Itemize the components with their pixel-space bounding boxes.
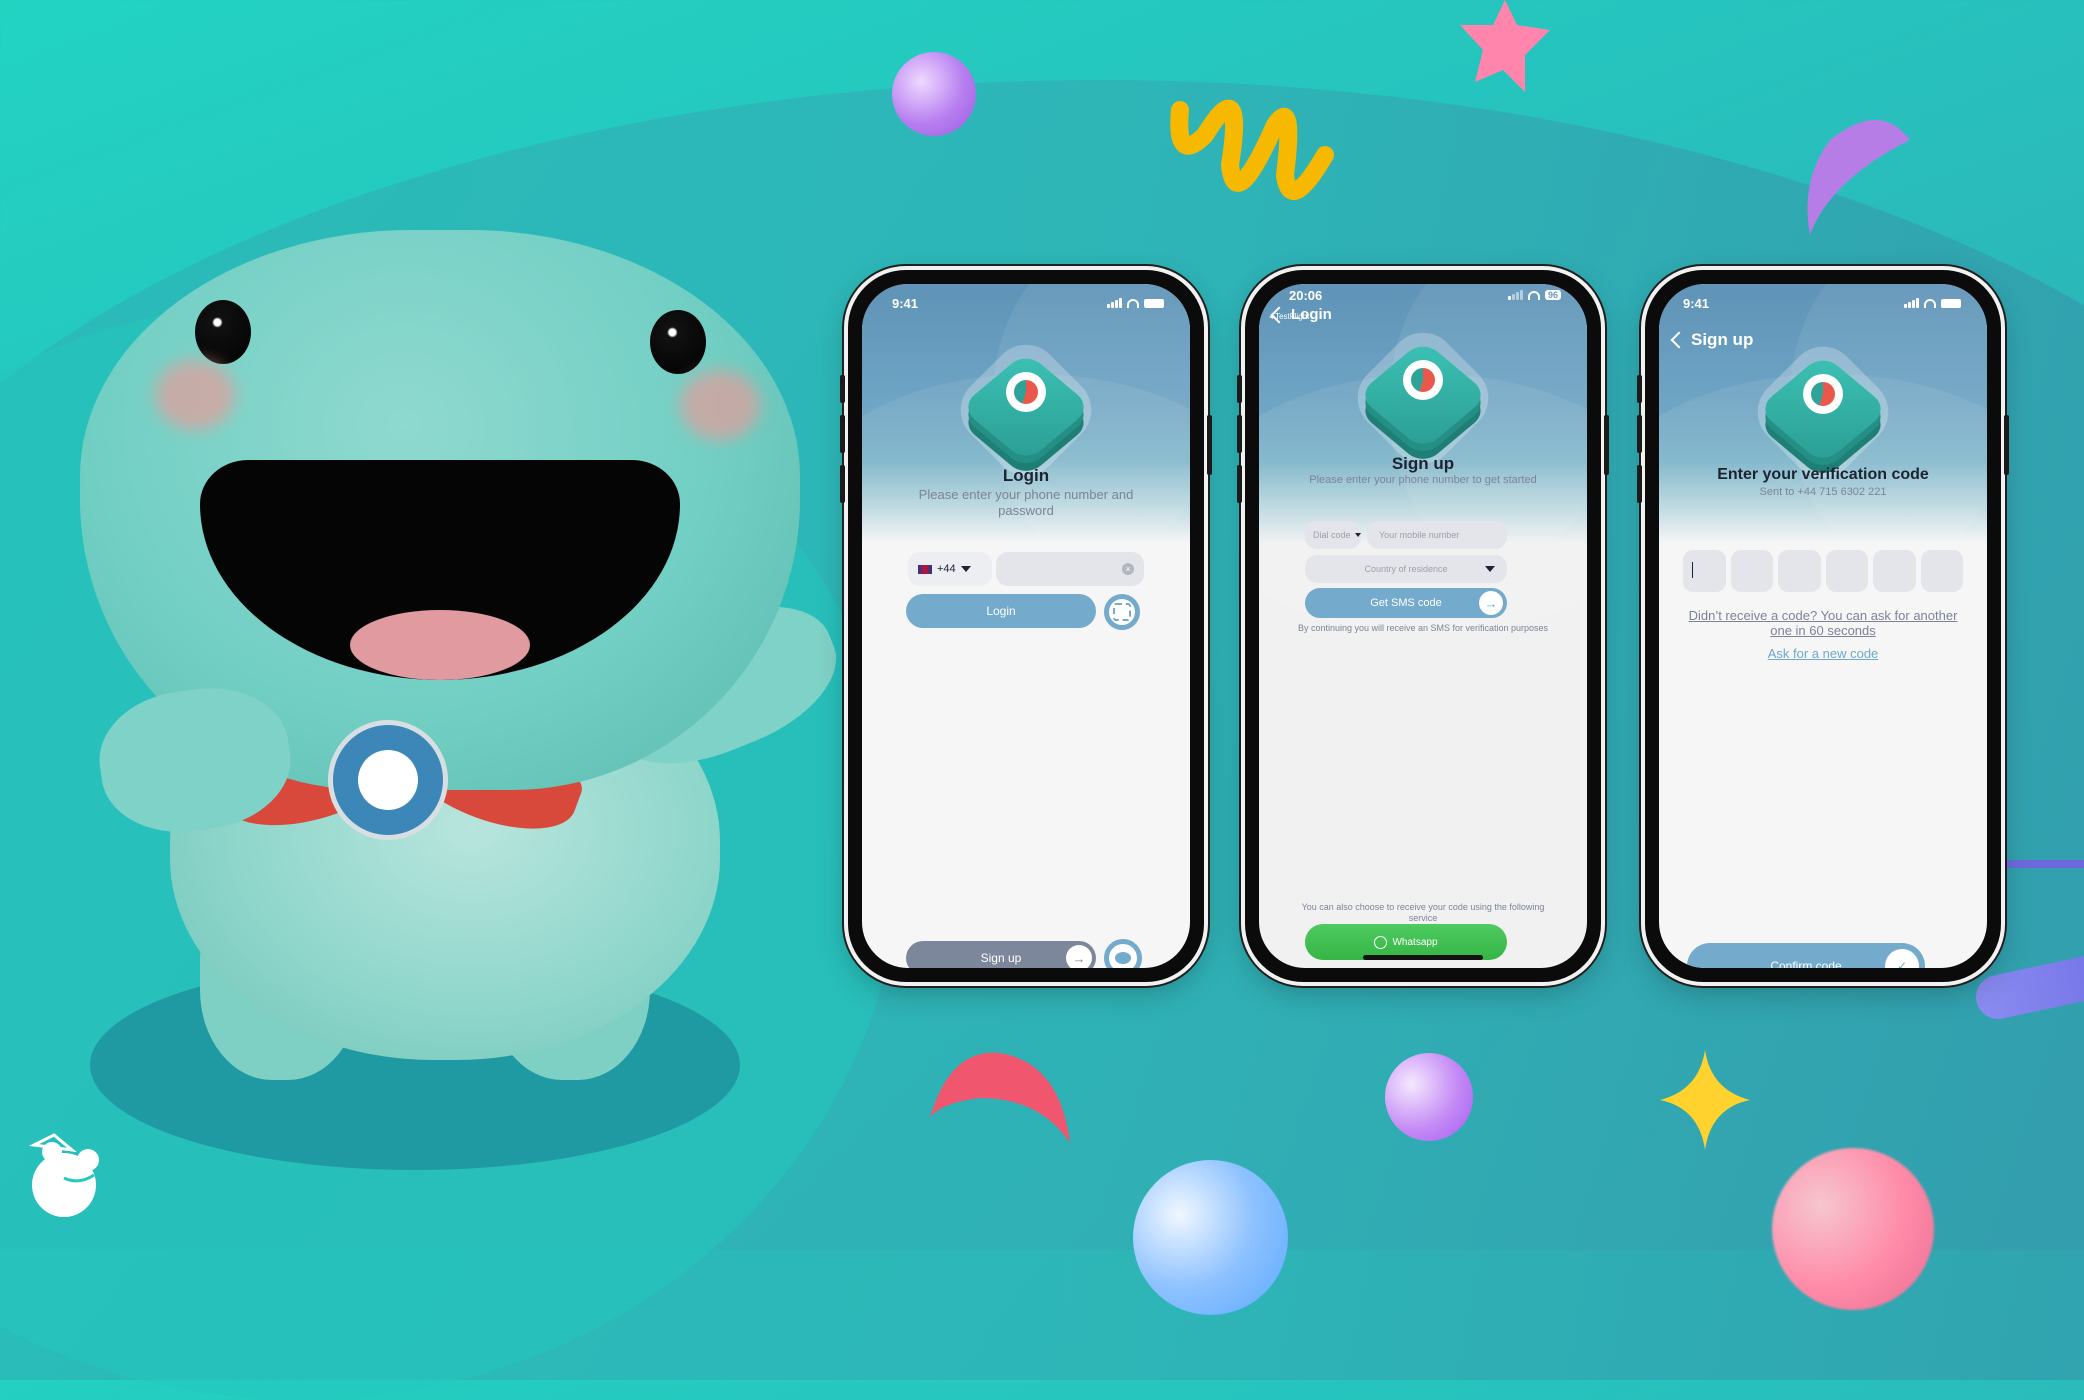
back-button[interactable]: Sign up [1670, 330, 1754, 350]
status-time: 9:41 [892, 295, 919, 311]
mother-child-logo-icon [1803, 374, 1843, 414]
mother-child-logo-icon [1403, 360, 1443, 400]
purple-ball-decoration [892, 52, 976, 136]
dropdown-arrow-icon [1354, 533, 1361, 537]
status-bar: 9:41 [1683, 294, 1961, 312]
page-subtitle: Please enter your phone number and passw… [918, 487, 1134, 518]
signup-button[interactable]: Sign up → [906, 941, 1096, 968]
login-button[interactable]: Login [906, 594, 1096, 628]
page-title: Enter your verification code [1717, 466, 1929, 483]
brand-logo-icon [28, 1133, 99, 1217]
face-id-icon [1113, 603, 1131, 621]
battery-icon [1941, 298, 1961, 308]
text-caret [1692, 562, 1693, 578]
verification-screen: 9:41 Sign up Enter your verification cod… [1659, 284, 1987, 968]
signup-button-label: Sign up [980, 951, 1022, 965]
confirm-code-label: Confirm code [1770, 959, 1842, 968]
code-digit-box[interactable] [1683, 550, 1726, 592]
country-of-residence-select[interactable]: Country of residence [1305, 555, 1507, 583]
signal-icon [1904, 298, 1919, 308]
phone-signup: 20:06 96 ◂ TestFlight Login Sign up Plea… [1237, 270, 1609, 982]
phone-verification: 9:41 Sign up Enter your verification cod… [1637, 270, 2009, 982]
blue-ball-decoration [1133, 1160, 1288, 1315]
confirm-code-button[interactable]: Confirm code ✓ [1687, 943, 1925, 968]
whatsapp-icon [1374, 935, 1388, 949]
wifi-icon [1527, 290, 1540, 300]
battery-icon [1144, 298, 1164, 308]
alternative-service-note: You can also choose to receive your code… [1301, 902, 1545, 923]
dropdown-arrow-icon [960, 566, 971, 572]
red-horn-decoration [930, 1052, 1070, 1143]
verification-code-input[interactable] [1683, 550, 1963, 592]
code-digit-box[interactable] [1920, 550, 1963, 592]
page-title: Sign up [1391, 454, 1455, 473]
frog-mascot [60, 220, 856, 1170]
get-sms-code-button[interactable]: Get SMS code → [1305, 588, 1507, 618]
login-screen: 9:41 Login Please enter your phone numbe… [862, 284, 1190, 968]
uk-flag-icon [918, 564, 932, 574]
pink-star-decoration [1460, 0, 1550, 92]
back-label: Sign up [1691, 330, 1754, 349]
ask-new-code-link[interactable]: Ask for a new code [1679, 646, 1967, 661]
mascot-eye [650, 310, 706, 374]
signal-icon [1107, 298, 1122, 308]
mother-child-logo-icon [1006, 372, 1046, 412]
mascot-badge [328, 720, 448, 840]
country-placeholder: Country of residence [1364, 564, 1448, 574]
code-digit-box[interactable] [1825, 550, 1868, 592]
purple-horn-decoration [1807, 120, 1910, 235]
battery-level: 96 [1544, 290, 1561, 300]
chat-check-icon: ✓ [1885, 949, 1919, 968]
back-button[interactable]: Login [1270, 306, 1332, 323]
code-digit-box[interactable] [1778, 550, 1821, 592]
mascot-cheek [155, 360, 235, 430]
signal-icon [1507, 290, 1523, 300]
arrow-right-icon: → [1066, 945, 1092, 968]
login-button-label: Login [986, 604, 1016, 618]
dropdown-arrow-icon [1485, 566, 1495, 572]
page-subtitle: Please enter your phone number to get st… [1309, 474, 1537, 486]
phone-number-input[interactable]: × [996, 552, 1144, 586]
status-bar: 9:41 [892, 294, 1164, 312]
face-id-button[interactable] [1104, 594, 1140, 630]
mascot-cheek [680, 370, 760, 440]
page-title: Login [1002, 466, 1050, 485]
dial-code-value: +44 [937, 563, 956, 575]
clear-input-icon[interactable]: × [1122, 563, 1134, 575]
purple-ball-decoration [1385, 1053, 1473, 1141]
status-time: 20:06 [1289, 287, 1323, 303]
wifi-icon [1127, 298, 1139, 308]
sms-disclaimer: By continuing you will receive an SMS fo… [1297, 623, 1549, 633]
resend-countdown-text: Didn’t receive a code? You can ask for a… [1688, 608, 1958, 638]
chat-support-button[interactable] [1104, 939, 1142, 968]
status-bar: 20:06 96 [1289, 286, 1561, 304]
code-digit-box[interactable] [1730, 550, 1773, 592]
dial-code-select[interactable]: +44 [908, 552, 992, 586]
chevron-left-icon [1270, 306, 1288, 323]
sent-to-number: Sent to +44 715 6302 221 [1759, 486, 1887, 498]
mascot-mouth [200, 460, 680, 680]
mobile-number-input[interactable]: Your mobile number [1367, 521, 1507, 549]
chat-bubble-icon [1115, 952, 1131, 964]
mobile-number-placeholder: Your mobile number [1379, 530, 1460, 540]
status-time: 9:41 [1683, 295, 1710, 311]
phone-login: 9:41 Login Please enter your phone numbe… [840, 270, 1212, 982]
dial-code-placeholder: Dial code [1313, 530, 1351, 540]
back-label: Login [1291, 306, 1332, 323]
wifi-icon [1924, 298, 1936, 308]
purple-stick-decoration [1995, 860, 2084, 868]
yellow-sparkle-decoration [1660, 1050, 1750, 1150]
whatsapp-label: Whatsapp [1392, 936, 1438, 948]
dial-code-select[interactable]: Dial code [1305, 521, 1361, 549]
pink-ball-decoration [1772, 1148, 1934, 1310]
signup-screen: 20:06 96 ◂ TestFlight Login Sign up Plea… [1259, 284, 1587, 968]
mascot-eye [195, 300, 251, 364]
home-indicator [1363, 955, 1483, 960]
arrow-right-icon: → [1479, 591, 1503, 615]
yellow-squiggle-decoration [1170, 99, 1334, 200]
mascot-tongue [350, 610, 530, 680]
chevron-left-icon [1670, 331, 1688, 349]
get-sms-code-label: Get SMS code [1370, 597, 1442, 609]
code-digit-box[interactable] [1873, 550, 1916, 592]
